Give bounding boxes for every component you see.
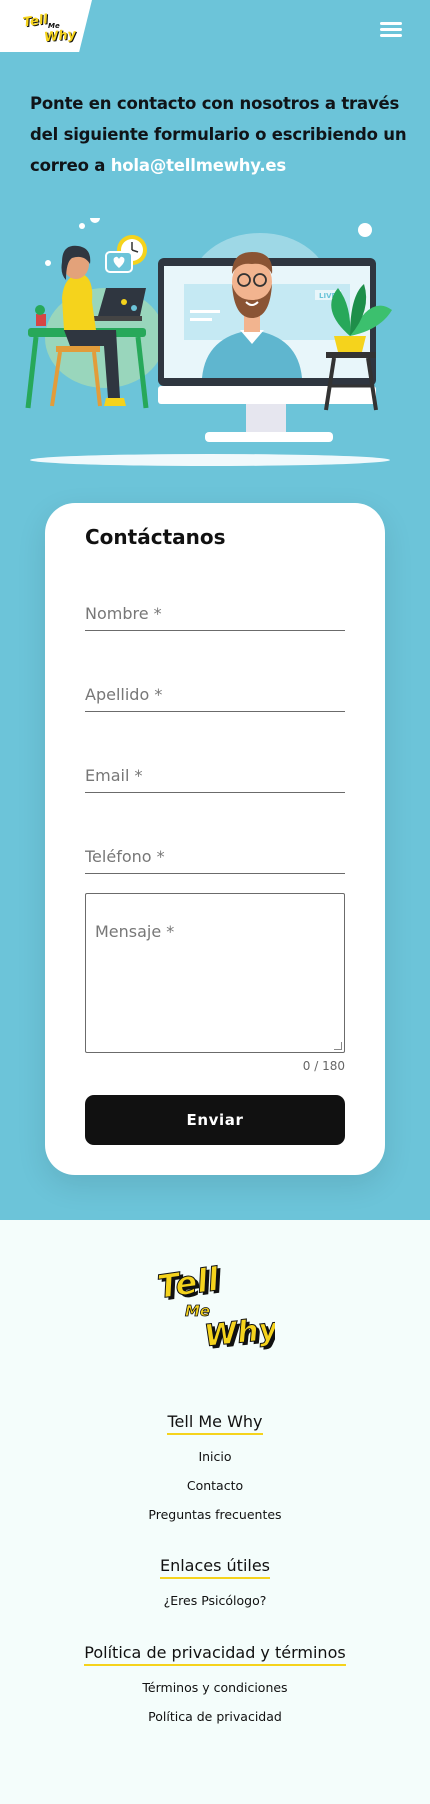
svg-text:Why: Why (43, 27, 77, 44)
apellido-field-wrapper (85, 664, 345, 712)
hamburger-icon[interactable] (380, 20, 402, 38)
heart-message-icon (105, 251, 133, 273)
footer-heading: Tell Me Why (167, 1412, 263, 1435)
footer-heading: Política de privacidad y términos (84, 1643, 346, 1666)
footer-link-inicio[interactable]: Inicio (0, 1449, 430, 1464)
form-title: Contáctanos (85, 525, 226, 549)
footer-link-privacidad[interactable]: Política de privacidad (0, 1709, 430, 1724)
video-call-illustration: LIVE (25, 218, 392, 466)
footer-section-privacidad: Política de privacidad y términos Términ… (0, 1643, 430, 1724)
mensaje-field-wrapper (85, 893, 345, 1053)
decor-dot (45, 260, 51, 266)
footer-link-faq[interactable]: Preguntas frecuentes (0, 1507, 430, 1522)
apellido-field[interactable] (85, 664, 345, 711)
contact-email-link[interactable]: hola@tellmewhy.es (111, 156, 286, 175)
footer-link-contacto[interactable]: Contacto (0, 1478, 430, 1493)
telefono-field-wrapper (85, 826, 345, 874)
hero-section: Tell Tell Me Why Why Ponte en contacto c… (0, 0, 430, 1220)
decor-dot (79, 223, 85, 229)
footer-section-tell-me-why: Tell Me Why Inicio Contacto Preguntas fr… (0, 1412, 430, 1522)
tell-me-why-logo[interactable]: Tell Tell Me Why Why (155, 1260, 275, 1352)
telefono-field[interactable] (85, 826, 345, 873)
svg-text:Me: Me (185, 1302, 210, 1320)
menu-line (380, 28, 402, 31)
top-bar: Tell Tell Me Why Why (0, 0, 430, 60)
decor-dot (358, 223, 372, 237)
footer-link-psicologo[interactable]: ¿Eres Psicólogo? (0, 1593, 430, 1608)
menu-line (380, 22, 402, 25)
send-button[interactable]: Enviar (85, 1095, 345, 1145)
footer-section-enlaces: Enlaces útiles ¿Eres Psicólogo? (0, 1556, 430, 1608)
svg-text:Why: Why (202, 1311, 275, 1352)
intro-text: Ponte en contacto con nosotros a través … (30, 88, 410, 181)
nombre-field-wrapper (85, 583, 345, 631)
email-field-wrapper (85, 745, 345, 793)
footer: Tell Tell Me Why Why Tell Me Why Inicio … (0, 1220, 430, 1804)
nombre-field[interactable] (85, 583, 345, 630)
mensaje-field[interactable] (86, 894, 344, 1052)
footer-heading: Enlaces útiles (159, 1556, 271, 1579)
tell-me-why-logo: Tell Tell Me Why Why (22, 12, 78, 44)
floor-shadow (30, 454, 390, 466)
resize-grip-icon[interactable] (334, 1042, 342, 1050)
footer-link-terminos[interactable]: Términos y condiciones (0, 1680, 430, 1695)
logo-tag[interactable]: Tell Tell Me Why Why (0, 0, 92, 52)
contact-form-card: Contáctanos 0 / 180 Enviar (45, 503, 385, 1175)
menu-line (380, 34, 402, 37)
decor-dot (90, 218, 100, 223)
char-counter: 0 / 180 (302, 1059, 345, 1073)
email-field[interactable] (85, 745, 345, 792)
